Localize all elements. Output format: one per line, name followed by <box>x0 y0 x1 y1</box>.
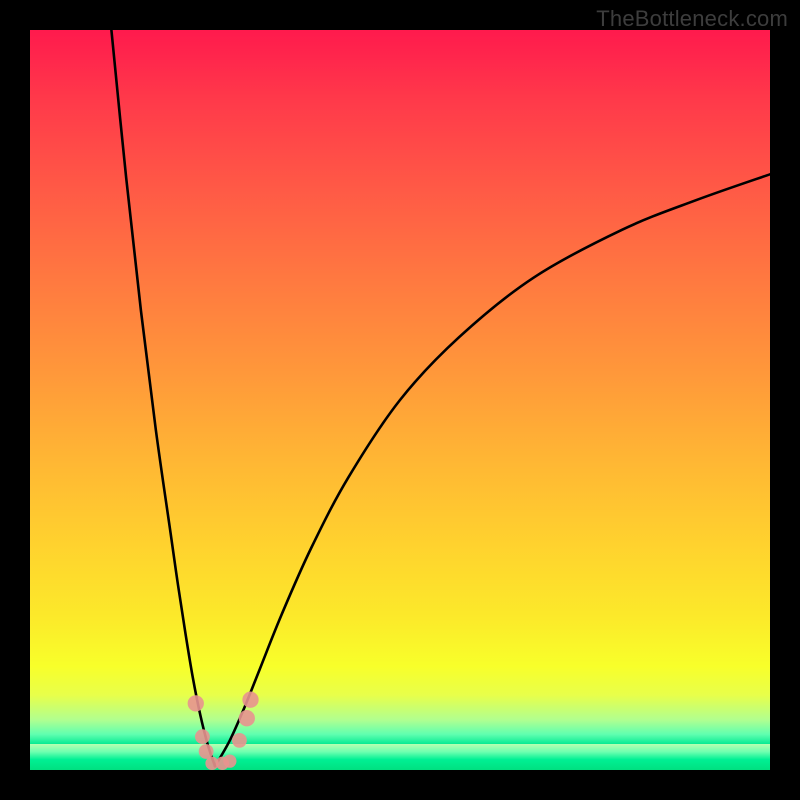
left-dot-upper <box>188 695 204 711</box>
curve-right-branch <box>215 174 770 766</box>
right-dot-upper <box>242 692 258 708</box>
curve-layer <box>30 30 770 770</box>
left-dot-low <box>199 744 214 759</box>
right-dot-mid <box>239 710 255 726</box>
chart-frame: TheBottleneck.com <box>0 0 800 800</box>
curve-left-branch <box>111 30 215 766</box>
watermark-label: TheBottleneck.com <box>596 6 788 32</box>
left-dot-mid <box>195 729 210 744</box>
plot-area <box>30 30 770 770</box>
right-dot-low <box>232 733 247 748</box>
min-dot-3 <box>223 754 236 767</box>
